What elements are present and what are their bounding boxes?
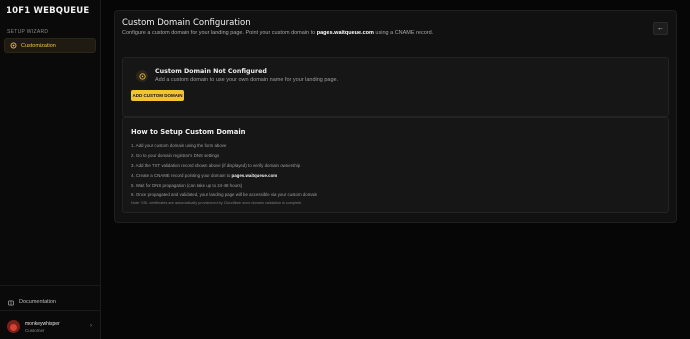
domain-status-panel: Custom Domain Not Configured Add a custo… — [122, 57, 669, 117]
step-domain: pages.waitqueue.com — [231, 172, 278, 178]
list-item: 5. Wait for DNS propagation (can take up… — [131, 182, 243, 188]
sidebar-divider — [0, 310, 101, 311]
subtitle-text-end: using a CNAME record. — [373, 30, 434, 36]
sidebar-section-label: SETUP WIZARD — [7, 29, 49, 35]
back-button[interactable]: ← — [653, 22, 668, 35]
user-menu[interactable]: monkeywhisper Customer › — [7, 318, 95, 335]
page-title: Custom Domain Configuration — [122, 18, 251, 28]
ssl-note: Note: SSL certificates are automatically… — [131, 201, 303, 205]
step-text: 4. Create a CNAME record pointing your d… — [131, 172, 232, 178]
status-description: Add a custom domain to use your own doma… — [155, 77, 339, 83]
user-name: monkeywhisper — [25, 320, 60, 327]
sidebar: 10F1 WEBQUEUE SETUP WIZARD Customization… — [0, 0, 101, 339]
steps-list: 1. Add your custom domain using the form… — [131, 141, 317, 200]
brand-logo: 10F1 WEBQUEUE — [6, 6, 90, 16]
howto-title: How to Setup Custom Domain — [131, 128, 246, 136]
documentation-label: Documentation — [19, 299, 56, 305]
book-icon — [8, 293, 14, 311]
chevron-right-icon: › — [90, 323, 92, 329]
documentation-link[interactable]: Documentation — [8, 293, 56, 311]
app-root: 10F1 WEBQUEUE SETUP WIZARD Customization… — [0, 0, 690, 339]
sidebar-item-label: Customization — [21, 42, 56, 49]
arrow-left-icon: ← — [657, 25, 664, 32]
list-item: 3. Add the TXT validation record shown a… — [131, 162, 301, 168]
list-item: 1. Add your custom domain using the form… — [131, 143, 227, 148]
gear-icon — [10, 42, 17, 49]
page-subtitle: Configure a custom domain for your landi… — [122, 30, 433, 36]
list-item: 2. Go to your domain registrar's DNS set… — [131, 152, 220, 158]
howto-panel: How to Setup Custom Domain 1. Add your c… — [122, 117, 669, 213]
warning-icon — [136, 70, 148, 82]
list-item: 4. Create a CNAME record pointing your d… — [131, 171, 317, 181]
subtitle-text: Configure a custom domain for your landi… — [122, 30, 317, 36]
avatar — [7, 320, 20, 333]
user-info: monkeywhisper Customer — [25, 321, 60, 333]
sidebar-divider — [0, 285, 101, 286]
user-role: Customer — [25, 327, 45, 333]
target-domain: pages.waitqueue.com — [316, 30, 374, 36]
add-custom-domain-button[interactable]: ADD CUSTOM DOMAIN — [131, 90, 184, 101]
sidebar-item-customization[interactable]: Customization — [4, 38, 96, 53]
list-item: 6. Once propagated and validated, your l… — [131, 192, 318, 198]
custom-domain-card: Custom Domain Configuration Configure a … — [114, 10, 677, 223]
status-title: Custom Domain Not Configured — [155, 68, 267, 75]
